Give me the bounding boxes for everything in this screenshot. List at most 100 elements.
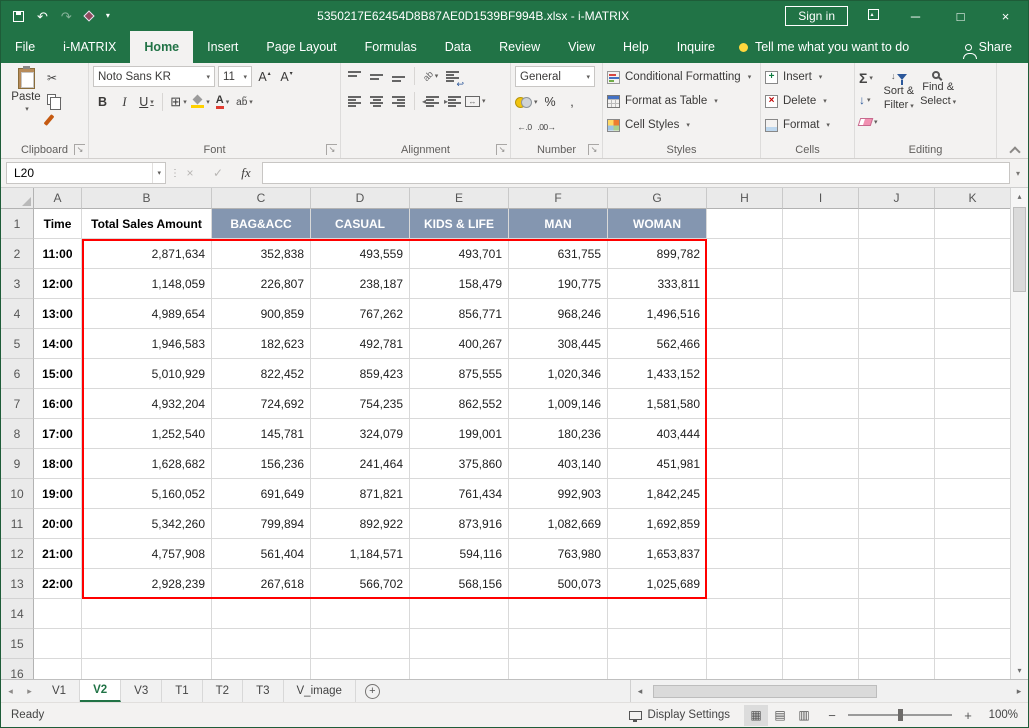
ribbon-tab-i-matrix[interactable]: i-MATRIX — [49, 31, 130, 63]
ribbon-tab-insert[interactable]: Insert — [193, 31, 252, 63]
cell-e11[interactable]: 873,916 — [410, 509, 509, 539]
row-header-10[interactable]: 10 — [1, 479, 34, 509]
cell-g7[interactable]: 1,581,580 — [608, 389, 707, 419]
v-scroll-thumb[interactable] — [1013, 207, 1026, 292]
cell-d13[interactable]: 566,702 — [311, 569, 410, 599]
column-header-h[interactable]: H — [707, 188, 783, 209]
cell-k13[interactable] — [935, 569, 1010, 599]
cell-g1[interactable]: WOMAN — [608, 209, 707, 239]
cell-a2[interactable]: 11:00 — [34, 239, 82, 269]
column-header-g[interactable]: G — [608, 188, 707, 209]
cell-f1[interactable]: MAN — [509, 209, 608, 239]
cell-i11[interactable] — [783, 509, 859, 539]
cell-d11[interactable]: 892,922 — [311, 509, 410, 539]
cell-b9[interactable]: 1,628,682 — [82, 449, 212, 479]
column-header-k[interactable]: K — [935, 188, 1010, 209]
page-break-view-button[interactable]: ▥ — [792, 705, 816, 726]
sort-filter-button[interactable]: ↓ Sort & Filter▾ — [884, 66, 915, 141]
align-bottom-button[interactable] — [389, 66, 408, 86]
cell-f4[interactable]: 968,246 — [509, 299, 608, 329]
cell-g15[interactable] — [608, 629, 707, 659]
cell-k3[interactable] — [935, 269, 1010, 299]
cell-j1[interactable] — [859, 209, 935, 239]
cell-e14[interactable] — [410, 599, 509, 629]
ribbon-tab-inquire[interactable]: Inquire — [663, 31, 729, 63]
tell-me-box[interactable]: Tell me what you want to do — [739, 31, 909, 63]
cell-e15[interactable] — [410, 629, 509, 659]
customize-qat-button[interactable]: ▾ — [106, 12, 110, 20]
cell-b6[interactable]: 5,010,929 — [82, 359, 212, 389]
font-name-select[interactable]: Noto Sans KR▾ — [93, 66, 215, 87]
cell-f5[interactable]: 308,445 — [509, 329, 608, 359]
column-header-d[interactable]: D — [311, 188, 410, 209]
cell-b2[interactable]: 2,871,634 — [82, 239, 212, 269]
cell-g6[interactable]: 1,433,152 — [608, 359, 707, 389]
cell-f9[interactable]: 403,140 — [509, 449, 608, 479]
cell-h11[interactable] — [707, 509, 783, 539]
cell-h10[interactable] — [707, 479, 783, 509]
cell-i12[interactable] — [783, 539, 859, 569]
column-header-i[interactable]: I — [783, 188, 859, 209]
cell-styles-button[interactable]: Cell Styles ▾ — [607, 114, 756, 136]
cell-f10[interactable]: 992,903 — [509, 479, 608, 509]
zoom-slider[interactable] — [848, 714, 952, 716]
cell-k7[interactable] — [935, 389, 1010, 419]
format-cells-button[interactable]: Format ▾ — [765, 114, 850, 136]
redo-button[interactable]: ↷ — [61, 10, 72, 23]
v-scroll-up-icon[interactable]: ▴ — [1011, 188, 1028, 205]
cell-c4[interactable]: 900,859 — [212, 299, 311, 329]
cell-b3[interactable]: 1,148,059 — [82, 269, 212, 299]
h-scroll-thumb[interactable] — [653, 685, 877, 698]
v-scroll-track[interactable] — [1011, 205, 1028, 662]
column-header-f[interactable]: F — [509, 188, 608, 209]
cell-b15[interactable] — [82, 629, 212, 659]
comma-style-button[interactable]: , — [563, 92, 582, 112]
row-header-15[interactable]: 15 — [1, 629, 34, 659]
cell-d8[interactable]: 324,079 — [311, 419, 410, 449]
sheet-tab-v3[interactable]: V3 — [121, 680, 162, 702]
phonetic-guide-button[interactable]: ab̃▾ — [235, 92, 254, 112]
cell-c9[interactable]: 156,236 — [212, 449, 311, 479]
cell-d1[interactable]: CASUAL — [311, 209, 410, 239]
cell-f13[interactable]: 500,073 — [509, 569, 608, 599]
ribbon-tab-page-layout[interactable]: Page Layout — [252, 31, 350, 63]
format-painter-button[interactable] — [47, 111, 62, 129]
cell-j9[interactable] — [859, 449, 935, 479]
close-button[interactable]: × — [983, 1, 1028, 31]
cell-b10[interactable]: 5,160,052 — [82, 479, 212, 509]
cell-j14[interactable] — [859, 599, 935, 629]
ribbon-tab-help[interactable]: Help — [609, 31, 663, 63]
cell-k5[interactable] — [935, 329, 1010, 359]
cell-c14[interactable] — [212, 599, 311, 629]
cell-i1[interactable] — [783, 209, 859, 239]
cell-b12[interactable]: 4,757,908 — [82, 539, 212, 569]
cell-a4[interactable]: 13:00 — [34, 299, 82, 329]
cell-i7[interactable] — [783, 389, 859, 419]
cell-f2[interactable]: 631,755 — [509, 239, 608, 269]
ribbon-tab-home[interactable]: Home — [130, 31, 193, 63]
cell-f14[interactable] — [509, 599, 608, 629]
h-scroll-right-icon[interactable]: ▸ — [1010, 686, 1028, 697]
cell-i13[interactable] — [783, 569, 859, 599]
decrease-font-size-button[interactable]: A▾ — [277, 67, 296, 87]
cell-k4[interactable] — [935, 299, 1010, 329]
sheet-tab-t2[interactable]: T2 — [203, 680, 243, 702]
cell-g2[interactable]: 899,782 — [608, 239, 707, 269]
paste-button[interactable]: Paste ▾ — [5, 66, 47, 141]
align-right-button[interactable] — [389, 91, 408, 111]
cell-c6[interactable]: 822,452 — [212, 359, 311, 389]
cell-a13[interactable]: 22:00 — [34, 569, 82, 599]
cell-k8[interactable] — [935, 419, 1010, 449]
cell-i3[interactable] — [783, 269, 859, 299]
cell-k6[interactable] — [935, 359, 1010, 389]
cell-k12[interactable] — [935, 539, 1010, 569]
cell-g8[interactable]: 403,444 — [608, 419, 707, 449]
sign-in-button[interactable]: Sign in — [785, 6, 848, 26]
pen-button[interactable] — [85, 12, 93, 20]
cell-g3[interactable]: 333,811 — [608, 269, 707, 299]
cell-a5[interactable]: 14:00 — [34, 329, 82, 359]
percent-style-button[interactable]: % — [541, 92, 560, 112]
zoom-in-button[interactable]: + — [960, 708, 976, 723]
cell-g5[interactable]: 562,466 — [608, 329, 707, 359]
cell-h9[interactable] — [707, 449, 783, 479]
